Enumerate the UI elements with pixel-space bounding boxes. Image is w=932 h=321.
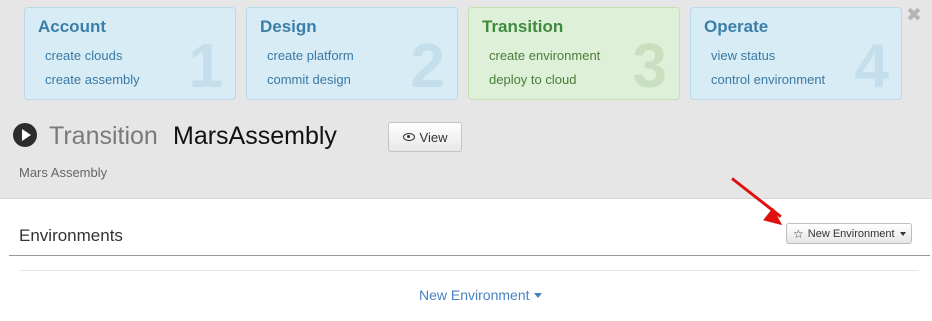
caret-down-icon [899, 231, 906, 236]
link-create-platform[interactable]: create platform [267, 48, 354, 63]
page-title-prefix: Transition [49, 122, 158, 150]
step-number: 3 [632, 32, 667, 100]
step-design: Design create platform commit design 2 [246, 7, 458, 100]
step-number: 4 [854, 32, 889, 100]
eye-icon [402, 133, 415, 141]
close-icon[interactable]: ✖ [906, 6, 922, 25]
new-environment-link[interactable]: New Environment [419, 287, 542, 303]
link-create-environment[interactable]: create environment [489, 48, 600, 63]
step-account: Account create clouds create assembly 1 [24, 7, 236, 100]
link-create-assembly[interactable]: create assembly [45, 72, 140, 87]
new-environment-button[interactable]: ☆ New Environment [786, 223, 912, 244]
section-divider [9, 255, 930, 256]
new-environment-button-label: New Environment [807, 227, 895, 240]
view-button-label: View [419, 129, 448, 145]
caret-down-icon [533, 292, 542, 298]
step-title: Operate [704, 17, 769, 36]
link-deploy-to-cloud[interactable]: deploy to cloud [489, 72, 576, 87]
new-environment-link-label: New Environment [419, 287, 530, 303]
step-title: Transition [482, 17, 564, 36]
list-divider [19, 270, 919, 271]
annotation-arrow-head [763, 207, 788, 232]
step-title: Account [38, 17, 106, 36]
view-button[interactable]: View [388, 122, 462, 152]
section-title: Environments [19, 226, 123, 245]
page-title: MarsAssembly [173, 122, 337, 150]
play-circle-icon [13, 123, 37, 147]
link-create-clouds[interactable]: create clouds [45, 48, 122, 63]
step-operate: Operate view status control environment … [690, 7, 902, 100]
link-view-status[interactable]: view status [711, 48, 775, 63]
link-commit-design[interactable]: commit design [267, 72, 351, 87]
page-subtitle: Mars Assembly [19, 165, 108, 180]
header-panel: Account create clouds create assembly 1 … [0, 0, 932, 199]
step-title: Design [260, 17, 317, 36]
link-control-environment[interactable]: control environment [711, 72, 825, 87]
step-transition: Transition create environment deploy to … [468, 7, 680, 100]
step-number: 1 [188, 32, 223, 100]
star-icon: ☆ [793, 226, 804, 241]
step-number: 2 [410, 32, 445, 100]
